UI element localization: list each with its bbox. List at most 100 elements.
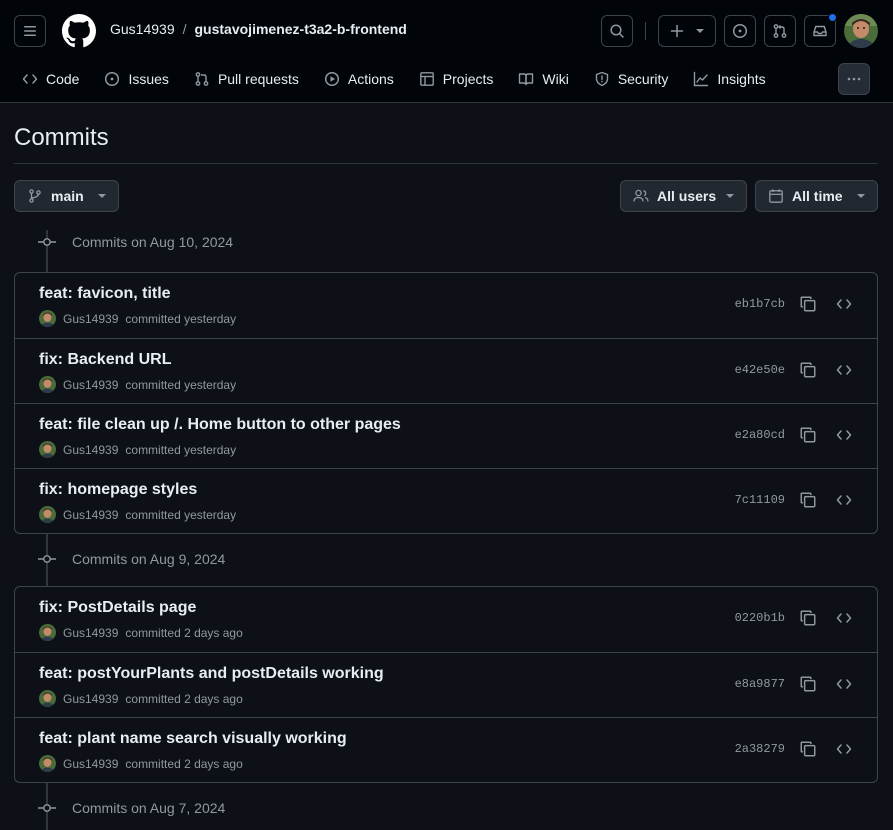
pull-request-icon: [195, 72, 209, 86]
title-divider: [14, 163, 878, 164]
copy-icon[interactable]: [799, 491, 817, 509]
commit-sha-link[interactable]: 7c11109: [735, 493, 785, 507]
commit-time: committed 2 days ago: [125, 625, 243, 640]
commit-sha-link[interactable]: e2a80cd: [735, 428, 785, 442]
chevron-down-icon: [726, 194, 734, 198]
commit-list: fix: PostDetails page Gus14939 committed…: [14, 586, 878, 783]
commit-meta: Gus14939 committed yesterday: [39, 376, 236, 393]
commit-time: committed 2 days ago: [125, 691, 243, 706]
commit-group-heading: Commits on Aug 10, 2024: [38, 234, 233, 250]
commit-author[interactable]: Gus14939: [63, 312, 118, 326]
global-header: Gus14939 / gustavojimenez-t3a2-b-fronten…: [0, 0, 893, 103]
browse-code-icon[interactable]: [835, 427, 853, 443]
commit-sha-link[interactable]: eb1b7cb: [735, 297, 785, 311]
time-filter[interactable]: All time: [755, 180, 878, 212]
create-new-button[interactable]: [658, 15, 716, 47]
tab-wiki[interactable]: Wiki: [510, 64, 576, 94]
commit-sha-link[interactable]: 2a38279: [735, 742, 785, 756]
tab-label: Insights: [717, 71, 766, 87]
browse-code-icon[interactable]: [835, 676, 853, 692]
issue-opened-icon: [732, 23, 748, 39]
copy-icon[interactable]: [799, 609, 817, 627]
tab-label: Projects: [442, 71, 494, 87]
tab-issues[interactable]: Issues: [96, 64, 176, 94]
branch-selector[interactable]: main: [14, 180, 119, 212]
tab-projects[interactable]: Projects: [411, 64, 502, 94]
commit-message-link[interactable]: feat: plant name search visually working: [39, 730, 347, 748]
tab-code[interactable]: Code: [14, 64, 87, 94]
commit-author[interactable]: Gus14939: [63, 692, 118, 706]
tab-actions[interactable]: Actions: [316, 64, 402, 94]
unread-notification-dot: [828, 13, 837, 22]
copy-icon[interactable]: [799, 361, 817, 379]
browse-code-icon[interactable]: [835, 492, 853, 508]
commit-row: feat: file clean up /. Home button to ot…: [15, 403, 877, 468]
copy-icon[interactable]: [799, 675, 817, 693]
commit-author[interactable]: Gus14939: [63, 443, 118, 457]
commit-meta: Gus14939 committed 2 days ago: [39, 690, 243, 707]
author-avatar-icon[interactable]: [39, 624, 56, 641]
commit-sha-link[interactable]: 0220b1b: [735, 611, 785, 625]
browse-code-icon[interactable]: [835, 610, 853, 626]
commit-time: committed yesterday: [125, 377, 237, 392]
commit-group-date: Commits on Aug 7, 2024: [72, 800, 226, 816]
author-avatar-icon[interactable]: [39, 755, 56, 772]
users-filter-label: All users: [657, 188, 717, 204]
browse-code-icon[interactable]: [835, 741, 853, 757]
repo-name-link[interactable]: gustavojimenez-t3a2-b-frontend: [195, 21, 407, 37]
git-pull-request-icon: [773, 24, 787, 38]
commit-message-link[interactable]: feat: file clean up /. Home button to ot…: [39, 416, 401, 434]
commit-author[interactable]: Gus14939: [63, 378, 118, 392]
more-tabs-button[interactable]: [838, 63, 870, 95]
commit-meta: Gus14939 committed 2 days ago: [39, 755, 243, 772]
tab-insights[interactable]: Insights: [685, 64, 773, 94]
commit-message-link[interactable]: fix: Backend URL: [39, 351, 171, 369]
commit-author[interactable]: Gus14939: [63, 626, 118, 640]
commit-message-link[interactable]: feat: favicon, title: [39, 285, 171, 303]
tab-security[interactable]: Security: [586, 64, 677, 94]
author-avatar-icon[interactable]: [39, 506, 56, 523]
copy-icon[interactable]: [799, 426, 817, 444]
your-pull-requests-button[interactable]: [764, 15, 796, 47]
breadcrumb-separator: /: [182, 21, 187, 37]
repo-breadcrumb: Gus14939 / gustavojimenez-t3a2-b-fronten…: [110, 21, 407, 37]
tab-pull-requests[interactable]: Pull requests: [186, 64, 307, 94]
commit-meta: Gus14939 committed yesterday: [39, 506, 236, 523]
shield-icon: [595, 71, 609, 87]
menu-button[interactable]: [14, 15, 46, 47]
commit-message-link[interactable]: fix: PostDetails page: [39, 599, 196, 617]
graph-icon: [694, 71, 709, 87]
author-avatar-icon[interactable]: [39, 441, 56, 458]
commit-meta: Gus14939 committed yesterday: [39, 441, 236, 458]
user-avatar[interactable]: [844, 14, 878, 48]
tab-label: Code: [46, 71, 80, 87]
browse-code-icon[interactable]: [835, 362, 853, 378]
author-avatar-icon[interactable]: [39, 376, 56, 393]
users-filter[interactable]: All users: [620, 180, 747, 212]
search-button[interactable]: [601, 15, 633, 47]
copy-icon[interactable]: [799, 295, 817, 313]
your-issues-button[interactable]: [724, 15, 756, 47]
branch-name: main: [51, 188, 84, 204]
commit-message-link[interactable]: fix: homepage styles: [39, 481, 197, 499]
author-avatar-icon[interactable]: [39, 690, 56, 707]
commit-row: fix: homepage styles Gus14939 committed …: [15, 468, 877, 533]
tab-label: Wiki: [542, 71, 569, 87]
avatar-icon: [844, 14, 878, 48]
tab-label: Security: [617, 71, 669, 87]
github-logo-icon[interactable]: [62, 14, 96, 48]
copy-icon[interactable]: [799, 740, 817, 758]
commit-sha-link[interactable]: e8a9877: [735, 677, 785, 691]
kebab-horizontal-icon: [847, 77, 861, 81]
header-divider: [645, 22, 646, 40]
git-commit-icon: [38, 238, 56, 246]
commit-message-link[interactable]: feat: postYourPlants and postDetails wor…: [39, 665, 384, 683]
author-avatar-icon[interactable]: [39, 310, 56, 327]
commit-author[interactable]: Gus14939: [63, 508, 118, 522]
commit-sha-link[interactable]: e42e50e: [735, 363, 785, 377]
repo-owner-link[interactable]: Gus14939: [110, 21, 175, 37]
play-icon: [324, 71, 339, 87]
hamburger-icon: [24, 26, 36, 36]
browse-code-icon[interactable]: [835, 296, 853, 312]
commit-author[interactable]: Gus14939: [63, 757, 118, 771]
